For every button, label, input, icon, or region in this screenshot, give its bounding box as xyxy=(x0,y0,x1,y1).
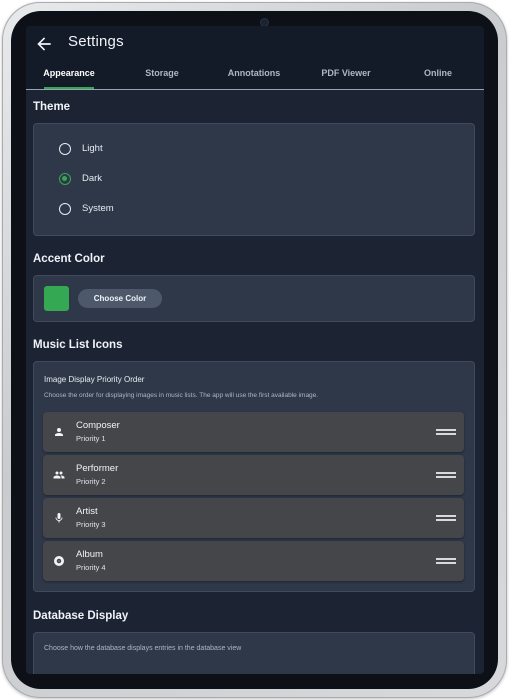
choose-color-button[interactable]: Choose Color xyxy=(78,289,162,308)
page-title: Settings xyxy=(68,33,124,50)
arrow-left-icon[interactable] xyxy=(34,34,54,54)
radio-label: Dark xyxy=(82,173,103,184)
settings-tabs: Appearance Storage Annotations PDF Viewe… xyxy=(26,62,484,90)
drag-handle-icon[interactable] xyxy=(436,514,456,522)
priority-item-rank: Priority 1 xyxy=(76,434,106,443)
group-icon xyxy=(53,471,65,479)
priority-order-heading: Image Display Priority Order xyxy=(44,375,145,384)
tab-pdf-viewer[interactable]: PDF Viewer xyxy=(300,68,392,78)
tab-appearance[interactable]: Appearance xyxy=(26,68,115,78)
priority-item-composer[interactable]: Composer Priority 1 xyxy=(43,412,464,452)
radio-label: Light xyxy=(82,143,103,154)
priority-item-rank: Priority 3 xyxy=(76,520,106,529)
drag-handle-icon[interactable] xyxy=(436,557,456,565)
tab-online[interactable]: Online xyxy=(392,68,484,78)
priority-item-name: Album xyxy=(76,549,103,560)
priority-item-rank: Priority 4 xyxy=(76,563,106,572)
theme-section-title: Theme xyxy=(33,101,71,113)
radio-button[interactable] xyxy=(59,143,71,155)
priority-item-album[interactable]: Album Priority 4 xyxy=(43,541,464,581)
music-icons-card: Image Display Priority Order Choose the … xyxy=(33,361,475,592)
drag-handle-icon[interactable] xyxy=(436,428,456,436)
accent-card: Choose Color xyxy=(33,275,475,322)
tab-storage[interactable]: Storage xyxy=(116,68,208,78)
priority-item-name: Artist xyxy=(76,506,98,517)
settings-screen: Settings Appearance Storage Annotations … xyxy=(26,26,484,674)
priority-item-rank: Priority 2 xyxy=(76,477,106,486)
priority-item-artist[interactable]: Artist Priority 3 xyxy=(43,498,464,538)
radio-label: System xyxy=(82,203,114,214)
accent-color-swatch[interactable] xyxy=(44,286,69,311)
person-icon xyxy=(55,428,63,436)
album-disc-icon xyxy=(54,556,64,566)
priority-order-description: Choose the order for displaying images i… xyxy=(44,392,319,399)
music-icons-section-title: Music List Icons xyxy=(33,339,123,351)
accent-section-title: Accent Color xyxy=(33,253,105,265)
active-tab-indicator xyxy=(44,87,94,89)
radio-button[interactable] xyxy=(59,203,71,215)
tab-annotations[interactable]: Annotations xyxy=(208,68,300,78)
database-section-title: Database Display xyxy=(33,610,129,622)
front-camera xyxy=(261,19,268,26)
priority-item-name: Composer xyxy=(76,420,120,431)
database-description: Choose how the database displays entries… xyxy=(44,645,242,652)
microphone-icon xyxy=(55,513,63,523)
priority-item-performer[interactable]: Performer Priority 2 xyxy=(43,455,464,495)
theme-card: Light Dark System xyxy=(33,123,475,236)
drag-handle-icon[interactable] xyxy=(436,471,456,479)
priority-item-name: Performer xyxy=(76,463,119,474)
database-card: Choose how the database displays entries… xyxy=(33,632,475,674)
app-bar: Settings xyxy=(26,26,484,62)
radio-button-selected[interactable] xyxy=(59,173,71,185)
